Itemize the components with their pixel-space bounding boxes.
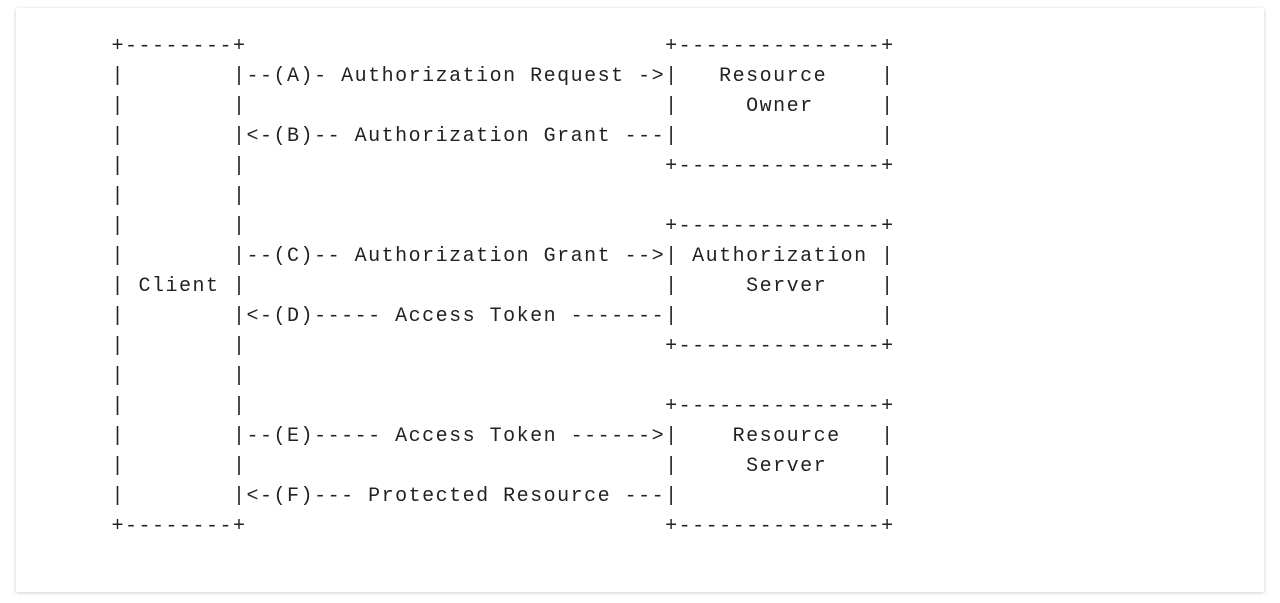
diagram-card: +--------+ +---------------+ | |--(A)- A… <box>16 8 1264 592</box>
flow-e-text: Access Token <box>395 425 557 448</box>
flow-b-text: Authorization Grant <box>355 125 612 148</box>
resource-owner-l2: Owner <box>746 95 814 118</box>
client-box-label: Client <box>139 275 220 298</box>
flow-f-label: (F) <box>274 485 315 508</box>
auth-server-l2: Server <box>746 275 827 298</box>
auth-server-l1: Authorization <box>692 245 868 268</box>
flow-c-text: Authorization Grant <box>355 245 612 268</box>
flow-f-text: Protected Resource <box>368 485 611 508</box>
resource-owner-l1: Resource <box>719 65 827 88</box>
flow-a-label: (A) <box>274 65 315 88</box>
resource-server-l2: Server <box>746 455 827 478</box>
flow-d-label: (D) <box>274 305 315 328</box>
flow-d-text: Access Token <box>395 305 557 328</box>
resource-server-l1: Resource <box>733 425 841 448</box>
flow-a-text: Authorization Request <box>341 65 625 88</box>
flow-b-label: (B) <box>274 125 315 148</box>
oauth-flow-diagram: +--------+ +---------------+ | |--(A)- A… <box>16 8 1264 566</box>
flow-c-label: (C) <box>274 245 315 268</box>
flow-e-label: (E) <box>274 425 315 448</box>
